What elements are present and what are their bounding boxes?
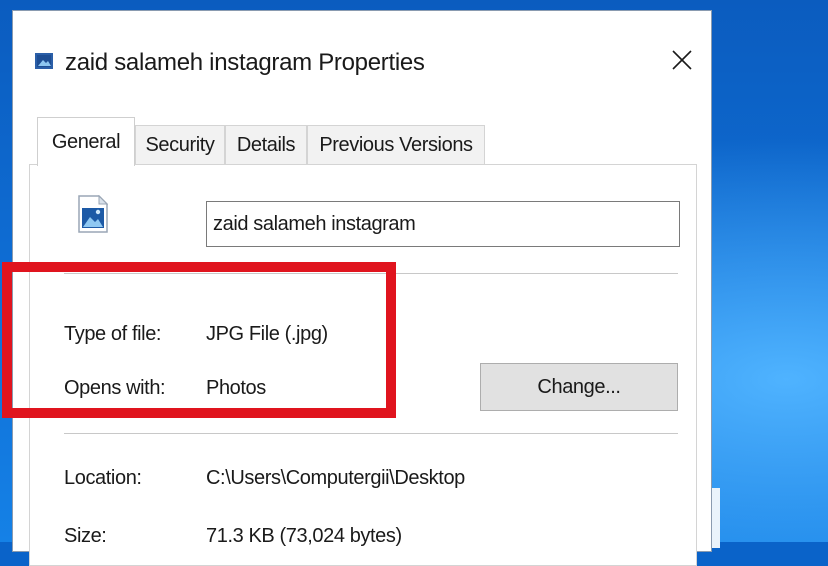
- image-file-icon: [35, 53, 53, 69]
- tab-general[interactable]: General: [37, 117, 135, 166]
- title-bar[interactable]: zaid salameh instagram Properties: [13, 11, 711, 99]
- close-icon: [671, 49, 693, 76]
- tab-previous-versions[interactable]: Previous Versions: [307, 125, 485, 165]
- change-button[interactable]: Change...: [480, 363, 678, 411]
- location-value: C:\Users\Computergii\Desktop: [206, 467, 465, 489]
- image-file-icon: [78, 194, 109, 233]
- close-button[interactable]: [659, 39, 705, 85]
- window-title: zaid salameh instagram Properties: [65, 49, 425, 76]
- tab-strip: General Security Details Previous Versio…: [29, 117, 709, 166]
- tab-details[interactable]: Details: [225, 125, 307, 165]
- size-value: 71.3 KB (73,024 bytes): [206, 525, 402, 547]
- file-name-field[interactable]: [206, 201, 680, 247]
- location-label: Location:: [64, 467, 142, 489]
- highlight-box: [2, 262, 396, 418]
- size-label: Size:: [64, 525, 107, 547]
- tab-security[interactable]: Security: [135, 125, 225, 165]
- divider: [64, 433, 678, 434]
